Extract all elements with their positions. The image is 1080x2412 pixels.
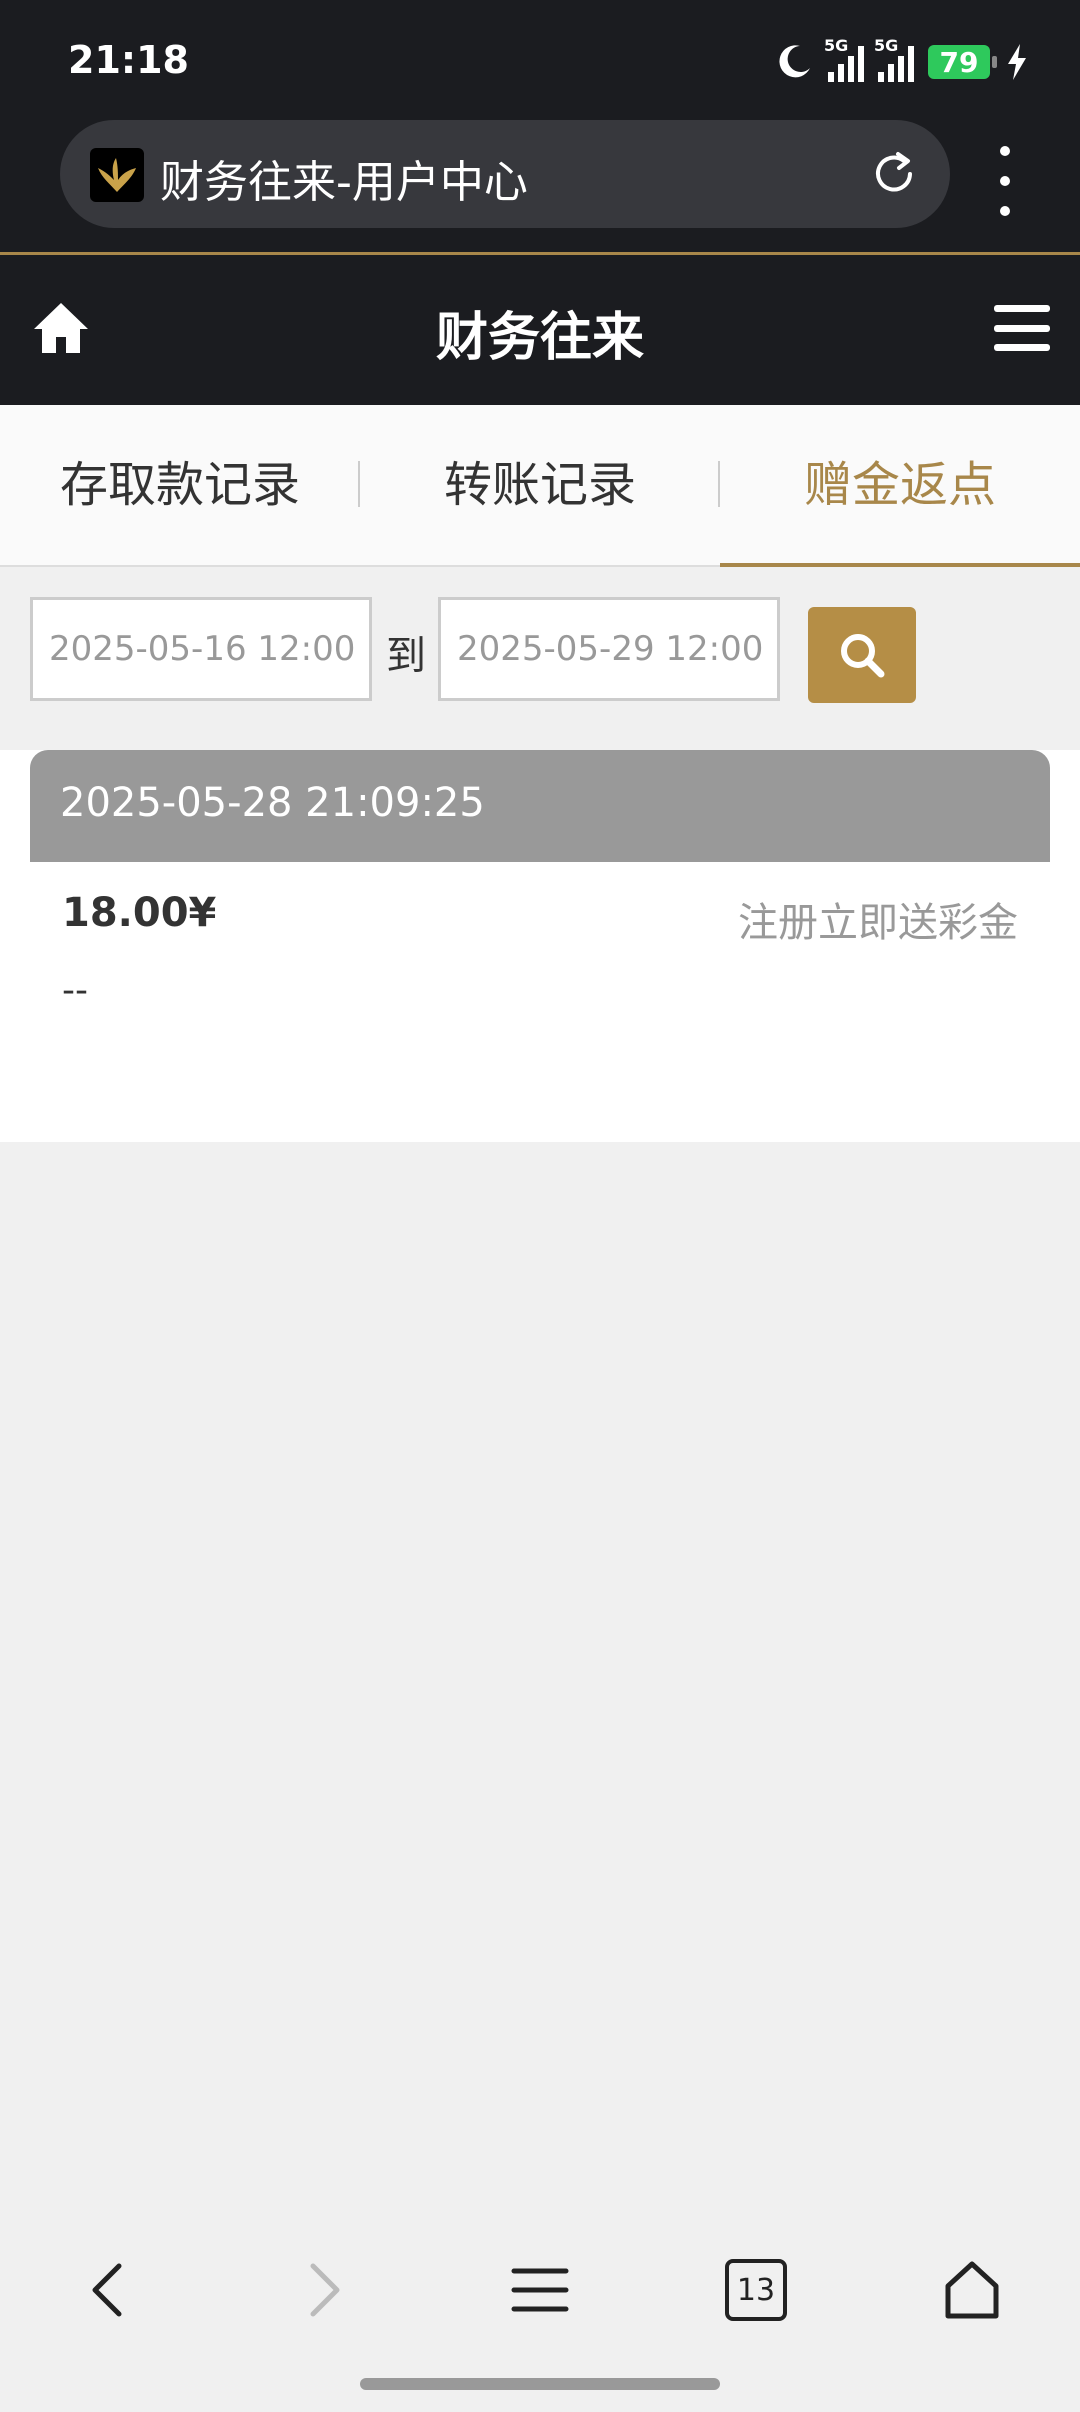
charging-icon bbox=[1008, 44, 1026, 80]
date-from-input[interactable] bbox=[30, 597, 372, 701]
record-amount: 18.00¥ bbox=[62, 890, 217, 936]
status-bar: 21:18 5G 5G 79 bbox=[0, 0, 1080, 118]
list-item: 2025-05-28 21:09:25 18.00¥ 注册立即送彩金 -- bbox=[0, 750, 1080, 1142]
tabs-button[interactable]: 13 bbox=[696, 2230, 816, 2350]
record-datetime: 2025-05-28 21:09:25 bbox=[60, 780, 485, 826]
signal-icon: 5G bbox=[874, 36, 914, 82]
battery-icon: 79 bbox=[928, 45, 997, 79]
menu-icon[interactable] bbox=[994, 305, 1050, 351]
network-label-1: 5G bbox=[824, 36, 849, 55]
search-icon bbox=[841, 634, 885, 678]
tab-bonus-rebate[interactable]: 赠金返点 bbox=[720, 405, 1080, 567]
browser-navbar: 13 bbox=[0, 2220, 1080, 2360]
tab-count: 13 bbox=[736, 2272, 776, 2308]
reload-icon[interactable] bbox=[868, 148, 920, 200]
record-note: -- bbox=[62, 970, 88, 1011]
search-button[interactable] bbox=[808, 607, 916, 703]
more-icon[interactable] bbox=[990, 146, 1020, 216]
menu-button[interactable] bbox=[480, 2230, 600, 2350]
menu-lines-icon bbox=[511, 2268, 569, 2312]
record-description: 注册立即送彩金 bbox=[738, 900, 1018, 946]
back-icon bbox=[92, 2263, 122, 2317]
back-button[interactable] bbox=[48, 2230, 168, 2350]
battery-level: 79 bbox=[939, 45, 979, 79]
tab-transfer[interactable]: 转账记录 bbox=[360, 405, 720, 565]
home-outline-icon bbox=[945, 2261, 999, 2319]
signal-icon: 5G bbox=[824, 36, 864, 82]
forward-button[interactable] bbox=[264, 2230, 384, 2350]
tab-deposit-withdraw[interactable]: 存取款记录 bbox=[0, 405, 360, 565]
moon-icon bbox=[779, 45, 810, 78]
date-to-input[interactable] bbox=[438, 597, 780, 701]
page-title: 财务往来 bbox=[435, 308, 644, 368]
date-filter: 到 bbox=[0, 567, 1080, 717]
app-header: 财务往来 bbox=[0, 255, 1080, 405]
url-title: 财务往来-用户中心 bbox=[160, 157, 528, 208]
address-bar[interactable]: 财务往来-用户中心 bbox=[60, 120, 950, 228]
to-label: 到 bbox=[386, 633, 426, 679]
status-icons: 5G 5G 79 bbox=[774, 36, 1030, 88]
status-time: 21:18 bbox=[68, 38, 189, 82]
network-label-2: 5G bbox=[874, 36, 899, 55]
record-tabs: 存取款记录 转账记录 赠金返点 bbox=[0, 405, 1080, 567]
record-header: 2025-05-28 21:09:25 bbox=[30, 750, 1050, 862]
home-nav-button[interactable] bbox=[912, 2230, 1032, 2350]
browser-toolbar: 财务往来-用户中心 bbox=[0, 118, 1080, 255]
favicon-icon bbox=[90, 148, 144, 202]
forward-icon bbox=[310, 2263, 340, 2317]
tabs-icon: 13 bbox=[725, 2259, 787, 2321]
home-indicator[interactable] bbox=[360, 2378, 720, 2390]
